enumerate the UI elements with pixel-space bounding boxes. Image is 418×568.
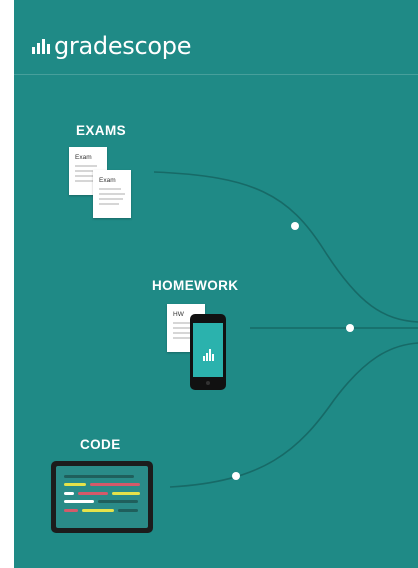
code-flow-dot (232, 472, 240, 480)
exams-heading: EXAMS (76, 123, 127, 138)
homework-heading: HOMEWORK (152, 278, 239, 293)
code-line (90, 483, 140, 486)
homework-paper-label: HW (173, 311, 184, 318)
laptop-code-icon (51, 461, 153, 533)
paper-line (99, 193, 125, 195)
exam-paper-label: Exam (75, 154, 92, 161)
paper-line (75, 165, 97, 167)
code-line (64, 500, 94, 503)
code-line (78, 492, 108, 495)
paper-line (99, 203, 119, 205)
phone-screen (193, 323, 223, 377)
exam-paper-icon: Exam (93, 170, 131, 218)
code-line (118, 509, 138, 512)
paper-line (75, 180, 95, 182)
exam-paper-label: Exam (99, 177, 116, 184)
exams-flow-line (153, 171, 418, 323)
exams-flow-dot (291, 222, 299, 230)
code-line (112, 492, 140, 495)
code-line (64, 483, 86, 486)
code-line (64, 509, 78, 512)
homework-flow-dot (346, 324, 354, 332)
bar-chart-icon (203, 349, 214, 361)
phone-home-button (206, 381, 210, 385)
paper-line (99, 198, 123, 200)
code-line (82, 509, 114, 512)
paper-line (99, 188, 121, 190)
code-heading: CODE (80, 437, 121, 452)
code-screen (56, 466, 148, 528)
hero-panel: gradescope EXAMS Exam Exam HOMEWORK HW C… (14, 0, 418, 568)
code-line (64, 475, 134, 478)
code-line (98, 500, 138, 503)
phone-icon (190, 314, 226, 390)
code-line (64, 492, 74, 495)
